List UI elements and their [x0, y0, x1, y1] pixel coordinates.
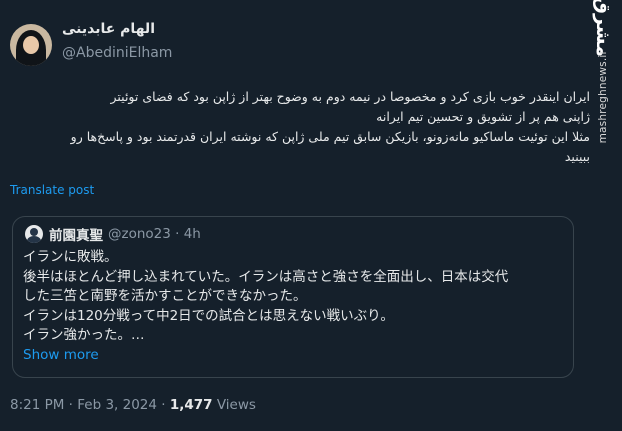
author-handle[interactable]: @AbediniElham [62, 45, 172, 61]
mashregh-logo: مشرق [592, 0, 614, 57]
quoted-author-name[interactable]: 前園真聖 [49, 224, 103, 244]
show-more-link[interactable]: Show more [23, 347, 99, 363]
quoted-line: イランは120分戦って中2日での試合とは思えない戦いぶり。 [23, 307, 394, 324]
tweet-line: ببینید [564, 149, 590, 164]
timestamp[interactable]: 8:21 PM · Feb 3, 2024 · [10, 397, 170, 413]
quoted-meta: @zono23 · 4h [108, 226, 201, 242]
quoted-line: イランに敗戦。 [23, 249, 118, 265]
views-label: Views [212, 397, 256, 413]
quoted-tweet[interactable]: 前園真聖 @zono23 · 4h イランに敗戦。 後半はほとんど押し込まれてい… [12, 216, 574, 378]
tweet-line: ژاپنی هم پر از تشویق و تحسین تیم ایرانه [376, 109, 590, 124]
tweet-line: ایران اینقدر خوب بازی کرد و مخصوصا در نی… [110, 89, 591, 104]
tweet-text: ایران اینقدر خوب بازی کرد و مخصوصا در نی… [20, 87, 590, 167]
avatar-face [23, 36, 39, 54]
author-avatar[interactable] [10, 24, 52, 66]
quoted-text: イランに敗戦。 後半はほとんど押し込まれていた。イランは高さと強さを全面出し、日… [23, 248, 508, 346]
quoted-avatar[interactable] [25, 225, 43, 243]
translate-post-link[interactable]: Translate post [10, 183, 94, 197]
quoted-header: 前園真聖 @zono23 · 4h [25, 224, 201, 244]
quoted-line: した三笘と南野を活かすことができなかった。 [23, 288, 307, 304]
author-name[interactable]: الهام عابدینی [62, 21, 155, 37]
tweet-footer: 8:21 PM · Feb 3, 2024 · 1,477 Views [10, 397, 256, 413]
tweet-line: مثلا این توئیت ماساکیو مانه‌زونو، بازیکن… [70, 129, 590, 144]
watermark: مشرق mashreghnews.ir [590, 0, 616, 190]
quoted-line: 後半はほとんど押し込まれていた。イランは高さと強さを全面出し、日本は交代 [23, 268, 509, 285]
views-count: 1,477 [169, 397, 213, 413]
watermark-site: mashreghnews.ir [597, 50, 609, 144]
quoted-line: イラン強かった。… [23, 327, 145, 343]
